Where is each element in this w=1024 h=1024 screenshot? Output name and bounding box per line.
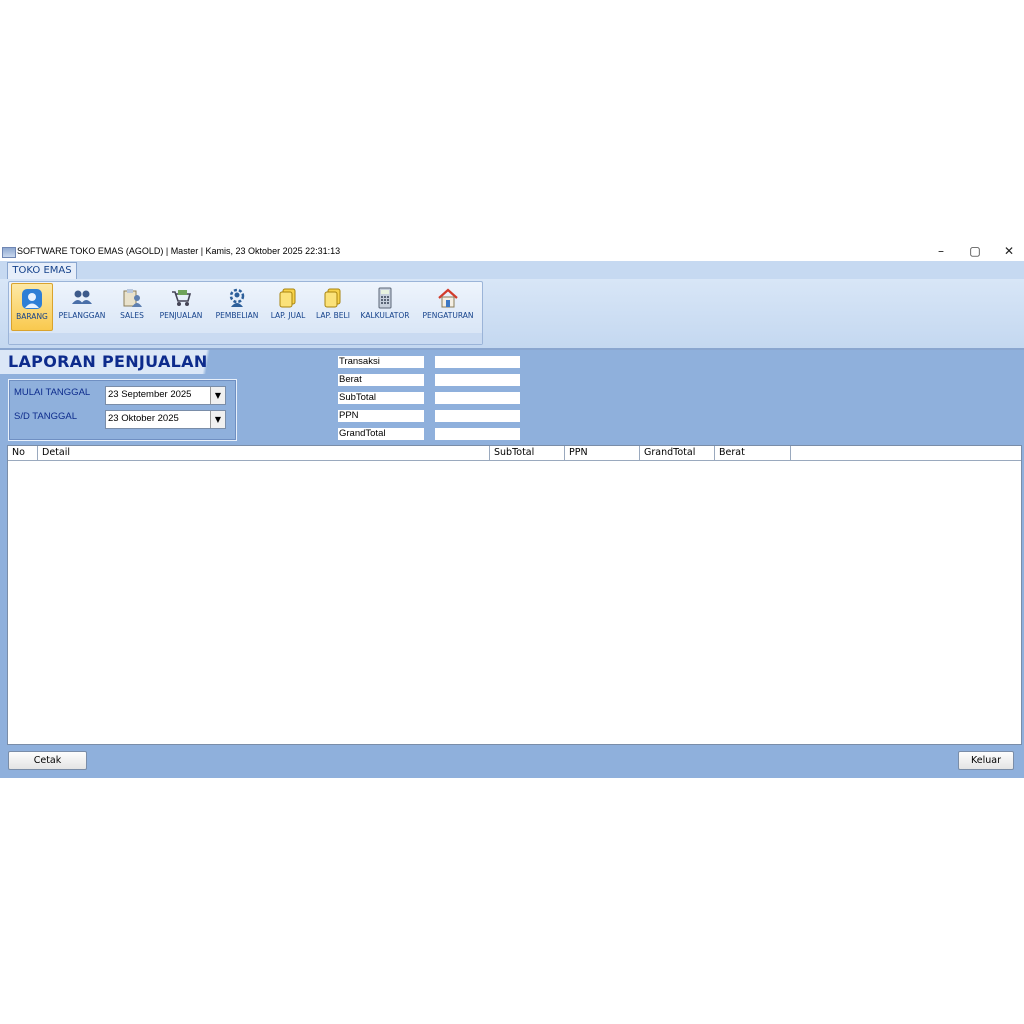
ribbon-group-footer bbox=[9, 333, 482, 344]
summary-value-berat bbox=[435, 374, 520, 386]
summary-value-ppn bbox=[435, 410, 520, 422]
maximize-button[interactable]: ▢ bbox=[958, 242, 992, 261]
chevron-down-icon[interactable]: ▼ bbox=[210, 411, 225, 428]
page-title: LAPORAN PENJUALAN bbox=[8, 352, 208, 371]
ribbon-label: PELANGGAN bbox=[58, 311, 106, 320]
app-icon bbox=[2, 247, 16, 258]
ribbon-tab-strip: TOKO EMAS bbox=[0, 261, 1024, 280]
chevron-down-icon[interactable]: ▼ bbox=[210, 387, 225, 404]
app-window: SOFTWARE TOKO EMAS (AGOLD) | Master | Ka… bbox=[0, 242, 1024, 778]
summary-value-grandtotal bbox=[435, 428, 520, 440]
report-grid[interactable]: No Detail SubTotal PPN GrandTotal Berat bbox=[7, 445, 1022, 745]
user-icon bbox=[22, 289, 42, 309]
title-bar: SOFTWARE TOKO EMAS (AGOLD) | Master | Ka… bbox=[0, 242, 1024, 261]
summary-label-grandtotal: GrandTotal bbox=[338, 428, 424, 440]
close-button[interactable]: ✕ bbox=[992, 242, 1024, 261]
clipboard-icon bbox=[123, 289, 142, 307]
column-header-detail[interactable]: Detail bbox=[38, 446, 490, 460]
grid-header: No Detail SubTotal PPN GrandTotal Berat bbox=[8, 446, 1021, 461]
end-date-picker[interactable]: 23 Oktober 2025 ▼ bbox=[105, 410, 226, 429]
summary-value-transaksi bbox=[435, 356, 520, 368]
ribbon-button-sales[interactable]: SALES bbox=[115, 283, 149, 329]
ribbon-label: KALKULATOR bbox=[360, 311, 410, 320]
summary-value-subtotal bbox=[435, 392, 520, 404]
summary-label-subtotal: SubTotal bbox=[338, 392, 424, 404]
start-date-picker[interactable]: 23 September 2025 ▼ bbox=[105, 386, 226, 405]
ribbon-button-pembelian[interactable]: PEMBELIAN bbox=[211, 283, 263, 329]
date-range-group: MULAI TANGGAL 23 September 2025 ▼ S/D TA… bbox=[8, 379, 237, 441]
column-header-grandtotal[interactable]: GrandTotal bbox=[640, 446, 715, 460]
summary-label-berat: Berat bbox=[338, 374, 424, 386]
column-header-ppn[interactable]: PPN bbox=[565, 446, 640, 460]
document-icon bbox=[324, 288, 341, 308]
summary-label-ppn: PPN bbox=[338, 410, 424, 422]
ribbon-label: SALES bbox=[120, 311, 144, 320]
home-icon bbox=[438, 288, 458, 308]
ribbon: BARANG PELANGGAN SALES PENJUALAN PEMBELI… bbox=[0, 279, 1024, 350]
gear-person-icon bbox=[229, 288, 245, 307]
cart-icon bbox=[172, 290, 192, 306]
ribbon-label: LAP. JUAL bbox=[270, 311, 306, 320]
report-panel: LAPORAN PENJUALAN MULAI TANGGAL 23 Septe… bbox=[0, 350, 1024, 778]
exit-button[interactable]: Keluar bbox=[958, 751, 1014, 770]
column-header-subtotal[interactable]: SubTotal bbox=[490, 446, 565, 460]
end-date-label: S/D TANGGAL bbox=[14, 411, 77, 422]
tab-toko-emas[interactable]: TOKO EMAS bbox=[7, 262, 77, 280]
minimize-button[interactable]: – bbox=[924, 242, 958, 261]
column-header-no[interactable]: No bbox=[8, 446, 38, 460]
start-date-label: MULAI TANGGAL bbox=[14, 387, 91, 398]
ribbon-label: PENJUALAN bbox=[159, 311, 203, 320]
start-date-value: 23 September 2025 bbox=[108, 389, 192, 400]
window-title: SOFTWARE TOKO EMAS (AGOLD) | Master | Ka… bbox=[17, 246, 341, 256]
ribbon-button-lap-beli[interactable]: LAP. BELI bbox=[311, 283, 355, 329]
ribbon-button-pengaturan[interactable]: PENGATURAN bbox=[418, 283, 478, 329]
ribbon-button-pelanggan[interactable]: PELANGGAN bbox=[55, 283, 109, 329]
summary-label-transaksi: Transaksi bbox=[338, 356, 424, 368]
ribbon-label: PEMBELIAN bbox=[215, 311, 259, 320]
print-button[interactable]: Cetak bbox=[8, 751, 87, 770]
ribbon-label: PENGATURAN bbox=[422, 311, 474, 320]
end-date-value: 23 Oktober 2025 bbox=[108, 413, 179, 424]
ribbon-label: BARANG bbox=[16, 312, 48, 321]
users-icon bbox=[72, 290, 92, 304]
ribbon-button-kalkulator[interactable]: KALKULATOR bbox=[356, 283, 414, 329]
document-icon bbox=[279, 288, 296, 308]
ribbon-label: LAP. BELI bbox=[316, 311, 350, 320]
calculator-icon bbox=[378, 287, 392, 309]
ribbon-button-barang[interactable]: BARANG bbox=[11, 283, 53, 331]
ribbon-button-lap-jual[interactable]: LAP. JUAL bbox=[265, 283, 311, 329]
ribbon-button-penjualan[interactable]: PENJUALAN bbox=[155, 283, 207, 329]
column-header-berat[interactable]: Berat bbox=[715, 446, 791, 460]
ribbon-group: BARANG PELANGGAN SALES PENJUALAN PEMBELI… bbox=[8, 281, 483, 345]
